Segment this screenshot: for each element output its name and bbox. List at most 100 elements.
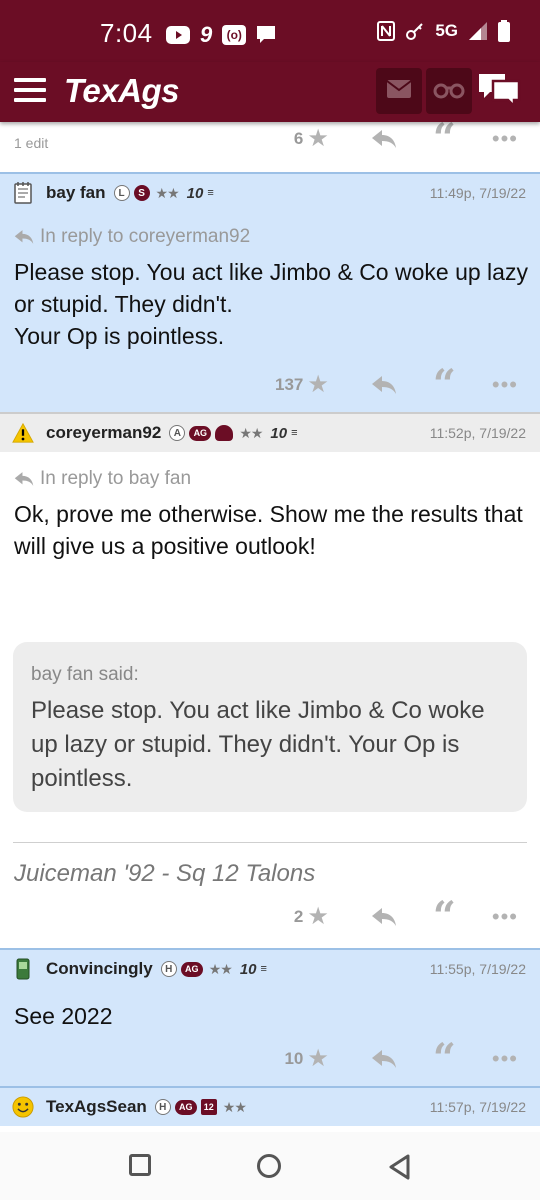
- edit-note[interactable]: 1 edit: [14, 135, 48, 151]
- level-badge: 10: [239, 960, 257, 978]
- mail-icon: [386, 79, 412, 104]
- post-timestamp: 11:57p, 7/19/22: [429, 1099, 526, 1115]
- system-nav-bar: [0, 1132, 540, 1200]
- post-text: Please stop. You act like Jimbo & Co wok…: [14, 259, 528, 349]
- message-icon: [256, 25, 276, 45]
- quote-text: Please stop. You act like Jimbo & Co wok…: [31, 697, 485, 792]
- post-header: Convincingly H AG ★★ 10 ≡ 11:55p, 7/19/2…: [0, 948, 540, 988]
- quote-icon[interactable]: “: [433, 364, 456, 404]
- badge-h: H: [160, 961, 177, 977]
- reply-icon[interactable]: [371, 1049, 397, 1069]
- post-body: In reply to coreyerman92 Please stop. Yo…: [0, 212, 540, 412]
- post-text: Ok, prove me otherwise. Show me the resu…: [14, 501, 523, 559]
- badge-ag: AG: [174, 1099, 197, 1115]
- thread-content: 1 edit 6 ★ “ ••• bay fan L S ★★ 10 ≡ 11:…: [0, 122, 540, 1132]
- rank-stars: ★★: [222, 1098, 247, 1115]
- badge-ag: AG: [180, 961, 203, 977]
- post-actions: 6 ★ “ •••: [294, 122, 518, 158]
- phone-icon: [12, 958, 34, 980]
- reply-to-text: In reply to bay fan: [40, 468, 192, 489]
- star-icon[interactable]: ★: [307, 1044, 329, 1073]
- more-icon[interactable]: •••: [492, 1046, 518, 1072]
- badge-ag: AG: [189, 425, 212, 441]
- post-footer-previous: 1 edit 6 ★ “ •••: [0, 122, 540, 172]
- star-icon[interactable]: ★: [307, 124, 329, 153]
- reply-icon[interactable]: [371, 375, 397, 395]
- youtube-icon: [166, 26, 190, 44]
- nfc-icon: [377, 21, 396, 41]
- username[interactable]: TexAgsSean: [46, 1097, 147, 1117]
- texags-logo[interactable]: TexAgs: [64, 72, 179, 110]
- post-header: coreyerman92 A AG ★★ 10 ≡ 11:52p, 7/19/2…: [0, 412, 540, 452]
- notification-icons: 9 (o): [166, 22, 276, 48]
- username[interactable]: Convincingly: [46, 959, 153, 979]
- helmet-icon: [215, 425, 234, 441]
- level-lines-icon: ≡: [207, 187, 214, 199]
- username[interactable]: coreyerman92: [46, 423, 161, 443]
- key-icon: [405, 21, 425, 41]
- post-timestamp: 11:55p, 7/19/22: [429, 961, 526, 977]
- like-count: 2: [293, 906, 304, 926]
- more-icon[interactable]: •••: [492, 126, 518, 152]
- post-body: See 2022 10 ★ “ •••: [0, 988, 540, 1086]
- binoculars-button[interactable]: [426, 68, 472, 114]
- quote-icon[interactable]: “: [433, 896, 456, 936]
- nine-icon: 9: [200, 22, 213, 47]
- chat-button[interactable]: [476, 68, 522, 114]
- reply-to-text: In reply to coreyerman92: [40, 226, 251, 247]
- menu-icon[interactable]: [14, 78, 46, 104]
- username[interactable]: bay fan: [46, 183, 106, 203]
- home-button[interactable]: [257, 1154, 281, 1178]
- post-header: TexAgsSean H AG 12 ★★ 11:57p, 7/19/22: [0, 1086, 540, 1126]
- recents-button[interactable]: [129, 1154, 151, 1176]
- post-actions: 10 ★ “ •••: [284, 1038, 518, 1078]
- rank-stars: ★★: [239, 424, 263, 441]
- like-count: 10: [284, 1048, 304, 1068]
- star-icon[interactable]: ★: [307, 370, 329, 399]
- rank-stars: ★★: [155, 184, 180, 201]
- quote-author: bay fan said:: [31, 664, 139, 685]
- signal-icon: [468, 21, 488, 41]
- quote-icon[interactable]: “: [433, 1038, 456, 1078]
- screen: 7:04 9 (o) 5G TexAgs 1 edit 6 ★ “ ••• ba…: [0, 0, 540, 1200]
- post-actions: 137 ★ “ •••: [274, 364, 518, 404]
- radio-icon: (o): [222, 25, 247, 45]
- mail-button[interactable]: [376, 68, 422, 114]
- rank-stars: ★★: [208, 960, 233, 977]
- status-bar: 7:04 9 (o) 5G: [0, 0, 540, 62]
- badge-12: 12: [200, 1099, 217, 1115]
- status-time: 7:04: [100, 18, 153, 48]
- star-icon[interactable]: ★: [307, 902, 329, 931]
- reply-icon[interactable]: [371, 129, 397, 149]
- warning-icon: [12, 422, 34, 444]
- system-icons: 5G: [377, 20, 510, 42]
- chat-icon: [477, 71, 521, 112]
- back-button[interactable]: [388, 1154, 412, 1180]
- user-badges: H AG ★★ 10 ≡: [160, 960, 267, 978]
- reply-arrow-icon: [14, 230, 34, 244]
- reply-to-link[interactable]: In reply to coreyerman92: [14, 226, 250, 248]
- post-header: bay fan L S ★★ 10 ≡ 11:49p, 7/19/22: [0, 172, 540, 212]
- post-timestamp: 11:49p, 7/19/22: [429, 185, 526, 201]
- more-icon[interactable]: •••: [492, 904, 518, 930]
- user-signature: Juiceman '92 - Sq 12 Talons: [14, 860, 316, 887]
- user-badges: H AG 12 ★★: [154, 1098, 247, 1116]
- badge-s: S: [133, 185, 150, 201]
- more-icon[interactable]: •••: [492, 372, 518, 398]
- badge-l: L: [113, 185, 130, 201]
- smiley-icon: [12, 1096, 34, 1118]
- level-badge: 10: [186, 184, 204, 202]
- like-count: 137: [274, 374, 304, 394]
- post-timestamp: 11:52p, 7/19/22: [429, 425, 526, 441]
- app-bar: TexAgs: [0, 62, 540, 122]
- signature-divider: [13, 842, 527, 843]
- reply-to-link[interactable]: In reply to bay fan: [14, 468, 191, 490]
- quote-icon[interactable]: “: [433, 122, 456, 158]
- notepad-icon: [12, 182, 34, 204]
- reply-icon[interactable]: [371, 907, 397, 927]
- level-badge: 10: [270, 424, 288, 442]
- binoculars-icon: [433, 79, 465, 104]
- user-badges: L S ★★ 10 ≡: [113, 184, 214, 202]
- post-text: See 2022: [14, 1003, 113, 1029]
- badge-a: A: [169, 425, 186, 441]
